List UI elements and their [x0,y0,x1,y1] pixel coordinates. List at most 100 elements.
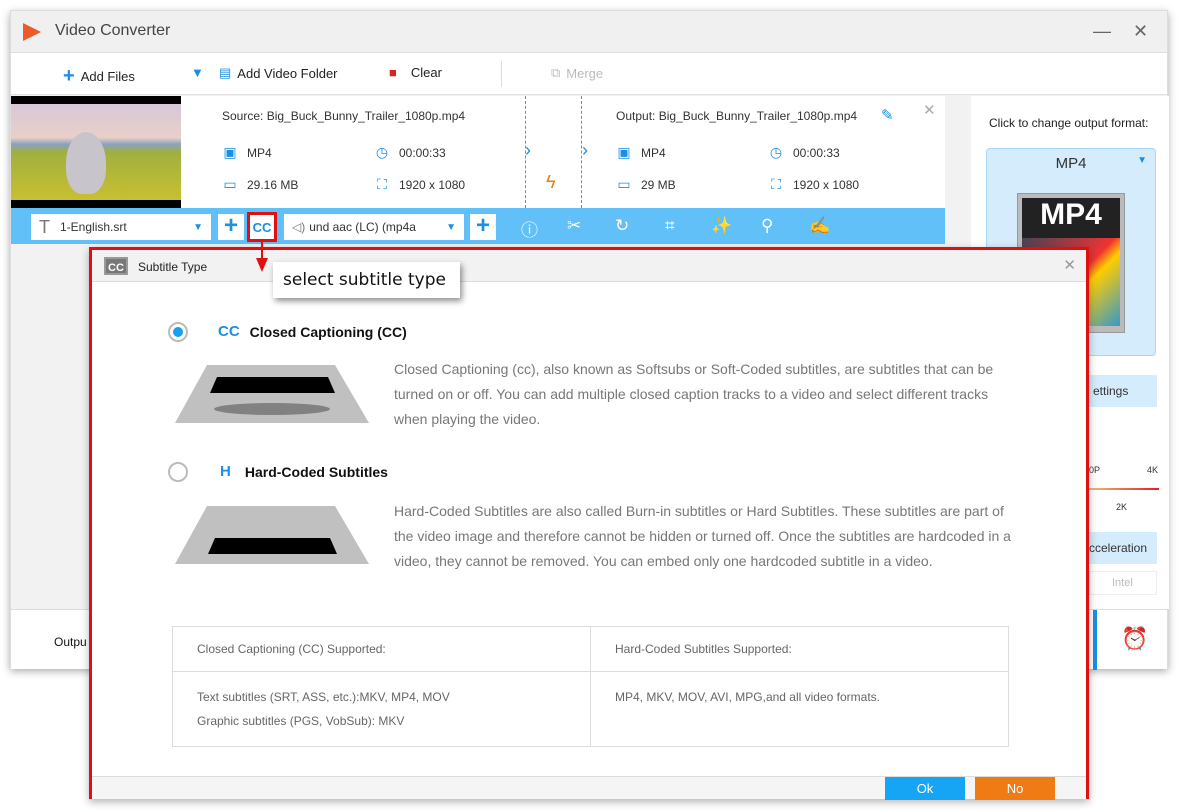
cc-support-cell: Text subtitles (SRT, ASS, etc.):MKV, MP4… [172,671,591,747]
dialog-close-button[interactable]: ✕ [1063,256,1076,274]
no-button[interactable]: No [975,777,1055,800]
audio-value: und aac (LC) (mp4a [309,220,416,234]
format-label: MP4 [1055,155,1087,172]
add-files-dropdown[interactable]: ▼ [191,65,204,80]
watermark-stamp-icon[interactable]: ⚲ [761,216,773,236]
lightning-icon[interactable]: ϟ [546,172,556,193]
output-duration-value: 00:00:33 [793,145,840,160]
hardcoded-illustration [175,506,369,564]
output-format-hint: Click to change output format: [989,116,1149,130]
toolbar: + Add Files ▼ ▤ Add Video Folder ■ Clear ⧉ M… [11,53,1167,95]
merge-label: Merge [566,65,604,81]
hc-support-text: MP4, MKV, MOV, AVI, MPG,and all video fo… [590,671,1009,747]
subtitle-select[interactable]: T 1-English.srt ▼ [31,214,211,240]
alarm-clock-icon[interactable]: ⏰ [1121,626,1148,652]
intel-option[interactable]: Intel [1089,571,1157,595]
rotate-icon[interactable]: ↻ [615,216,629,236]
format-art-label: MP4 [1022,198,1120,238]
subtitle-value: 1-English.srt [60,220,127,234]
clear-button[interactable]: ■ Clear [389,65,442,80]
source-size: ▭ 29.16 MB [221,176,298,193]
annotation-tooltip: select subtitle type [273,262,460,298]
bunny-figure [66,132,106,194]
resolution-icon: ⛶ [377,176,387,192]
output-size: ▭ 29 MB [615,176,676,193]
minimize-button[interactable]: — [1093,21,1111,42]
crop-icon[interactable]: ⌗ [665,216,675,236]
thumbnail-image [11,104,181,200]
add-files-button[interactable]: + Add Files [63,65,135,88]
add-subtitle-button[interactable]: + [218,214,244,240]
cc-support-text: Text subtitles (SRT, ASS, etc.):MKV, MP4… [197,690,450,704]
cc-option-title[interactable]: CC Closed Captioning (CC) [218,323,407,340]
file-item: Source: Big_Buck_Bunny_Trailer_1080p.mp4… [11,96,945,208]
cc-illustration [175,365,369,423]
divider [501,61,502,87]
file-icon: ▭ [223,176,237,192]
cc-icon: CC [252,220,272,235]
edit-pencil-icon[interactable]: ✎ [881,106,894,124]
res-label-mid: 2K [1116,502,1128,512]
cc-support-header: Closed Captioning (CC) Supported: [172,626,591,672]
annotation-arrowhead [256,258,268,272]
audio-track-select[interactable]: ◁) und aac (LC) (mp4a ▼ [284,214,464,240]
caret-down-icon: ▼ [193,221,203,233]
output-resolution-value: 1920 x 1080 [793,177,860,192]
caret-down-icon: ▼ [191,65,204,80]
merge-button[interactable]: ⧉ Merge [551,65,603,81]
edit-bar: T 1-English.srt ▼ + CC ◁) und aac (LC) (mp4… [11,208,945,244]
app-logo-icon [23,23,41,41]
file-icon: ▭ [617,176,631,192]
resolution-slider[interactable] [1089,488,1159,490]
source-format-value: MP4 [247,145,272,160]
hardcoded-radio[interactable] [168,462,188,482]
trash-icon: ■ [389,65,397,80]
ok-button[interactable]: Ok [885,777,965,800]
hardcoded-title-text: Hard-Coded Subtitles [244,463,388,480]
output-name: Output: Big_Buck_Bunny_Trailer_1080p.mp4 [616,109,858,123]
res-label-low: 0P [1089,465,1101,475]
res-label-high: 4K [1147,465,1159,475]
speaker-icon: ◁) [292,220,306,234]
source-duration: ◷ 00:00:33 [373,144,446,161]
cc-support-graphic: Graphic subtitles (PGS, VobSub): MKV [197,714,405,728]
dialog-title: Subtitle Type [138,260,208,274]
hardcoded-option-title[interactable]: H Hard-Coded Subtitles [220,463,388,480]
source-format: ▣ MP4 [221,144,272,161]
video-thumbnail[interactable] [11,96,181,208]
close-button[interactable]: ✕ [1133,21,1148,42]
folder-film-icon: ▤ [219,65,232,80]
add-audio-button[interactable]: + [470,214,496,240]
h-icon: H [220,463,231,480]
cc-radio[interactable] [168,322,188,342]
run-button-edge[interactable] [1093,610,1097,670]
chevron-right-icon: › [582,140,588,160]
add-video-folder-button[interactable]: ▤ Add Video Folder [219,65,338,81]
source-duration-value: 00:00:33 [399,145,446,160]
resolution-icon: ⛶ [771,176,781,192]
cc-icon: CC [218,323,240,340]
cc-description: Closed Captioning (cc), also known as So… [394,361,994,427]
video-file-icon: ▣ [617,144,631,160]
magic-wand-icon[interactable]: ✨ [711,216,732,236]
source-name: Source: Big_Buck_Bunny_Trailer_1080p.mp4 [222,109,466,123]
subtitle-type-button[interactable]: CC [247,212,277,242]
scissors-icon[interactable]: ✂ [567,216,581,236]
support-table: Closed Captioning (CC) Supported: Hard-Co… [172,626,1009,747]
chevron-right-icon: › [525,140,531,160]
plus-icon: + [63,65,75,87]
info-icon[interactable]: ⓘ [521,216,538,241]
caret-down-icon: ▼ [446,221,456,233]
output-format-value: MP4 [641,145,666,160]
output-size-value: 29 MB [641,177,676,192]
hardware-acceleration-button[interactable]: cceleration [1089,532,1157,564]
remove-file-icon[interactable]: ✕ [923,101,936,119]
dialog-header: CC Subtitle Type ✕ [92,250,1086,282]
clear-label: Clear [410,65,442,80]
hc-support-header: Hard-Coded Subtitles Supported: [590,626,1009,672]
settings-button[interactable]: ettings [1089,375,1157,407]
video-file-icon: ▣ [223,144,237,160]
output-resolution: ⛶ 1920 x 1080 [767,176,859,193]
edit-subtitle-icon[interactable]: ✍ [809,216,830,236]
subtitle-type-dialog: CC Subtitle Type ✕ CC Closed Captioning (… [89,247,1089,800]
